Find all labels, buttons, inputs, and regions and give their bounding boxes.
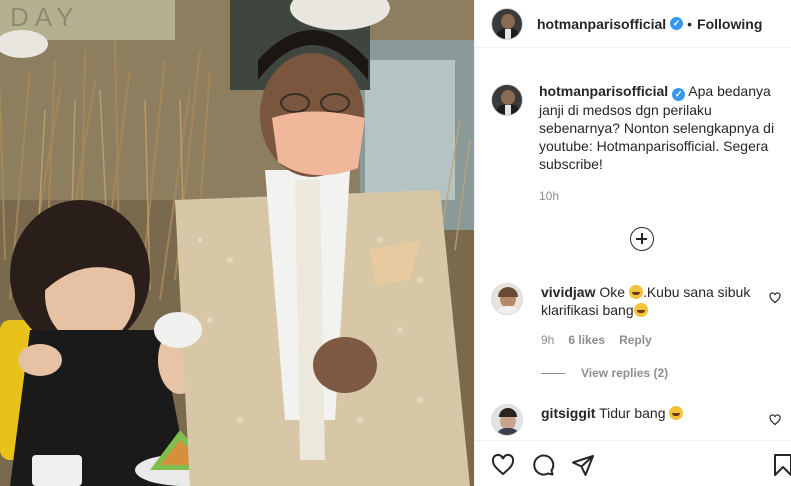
view-replies-button[interactable]: View replies (2): [541, 366, 668, 380]
comment-item: gitsiggit Tidur bang: [491, 404, 791, 436]
post-photo[interactable]: DAY: [0, 0, 474, 486]
view-replies-label: View replies (2): [581, 366, 669, 380]
comment-like-heart-icon[interactable]: [769, 292, 781, 304]
post-sidebar: hotmanparisofficial ✓ • Following hotman…: [474, 0, 791, 486]
post-header: hotmanparisofficial ✓ • Following: [475, 0, 791, 48]
verified-icon: ✓: [672, 88, 686, 101]
bookmark-icon[interactable]: [771, 453, 791, 477]
paper-plane-icon[interactable]: [571, 453, 595, 477]
author-avatar[interactable]: [491, 7, 523, 40]
author-username[interactable]: hotmanparisofficial: [537, 16, 666, 32]
post-photo-illustration: DAY: [0, 0, 474, 486]
load-more-comments-icon[interactable]: [630, 227, 654, 251]
commenter-avatar[interactable]: [491, 404, 523, 436]
replies-divider: [541, 372, 565, 374]
separator-dot: •: [687, 15, 693, 32]
grinning-emoji-icon: [633, 303, 648, 317]
comment-time[interactable]: 9h: [541, 333, 554, 347]
comment-text: Tidur bang: [599, 405, 670, 421]
verified-icon: ✓: [670, 17, 684, 30]
caption-author-avatar[interactable]: [491, 84, 523, 116]
caption-username[interactable]: hotmanparisofficial: [539, 83, 668, 99]
comment-meta: 9h 6 likes Reply: [541, 333, 652, 347]
comment-likes[interactable]: 6 likes: [568, 333, 605, 347]
commenter-avatar[interactable]: [491, 283, 523, 315]
grinning-emoji-icon: [669, 406, 684, 420]
post-caption: hotmanparisofficial ✓ Apa bedanya janji d…: [491, 82, 781, 205]
heart-icon[interactable]: [491, 453, 515, 477]
comment-text-start: Oke: [599, 284, 629, 300]
commenter-username[interactable]: vividjaw: [541, 284, 595, 300]
caption-time[interactable]: 10h: [539, 187, 781, 205]
grinning-emoji-icon: [628, 285, 643, 299]
following-button[interactable]: Following: [697, 16, 762, 32]
commenter-username[interactable]: gitsiggit: [541, 405, 595, 421]
sign-text: DAY: [10, 2, 80, 32]
comment-like-heart-icon[interactable]: [769, 414, 781, 426]
comment-item: vividjaw Oke .Kubu sana sibuk klarifikas…: [491, 283, 791, 319]
comment-icon[interactable]: [531, 453, 555, 477]
reply-button[interactable]: Reply: [619, 333, 652, 347]
post-actions-bar: [475, 440, 791, 486]
